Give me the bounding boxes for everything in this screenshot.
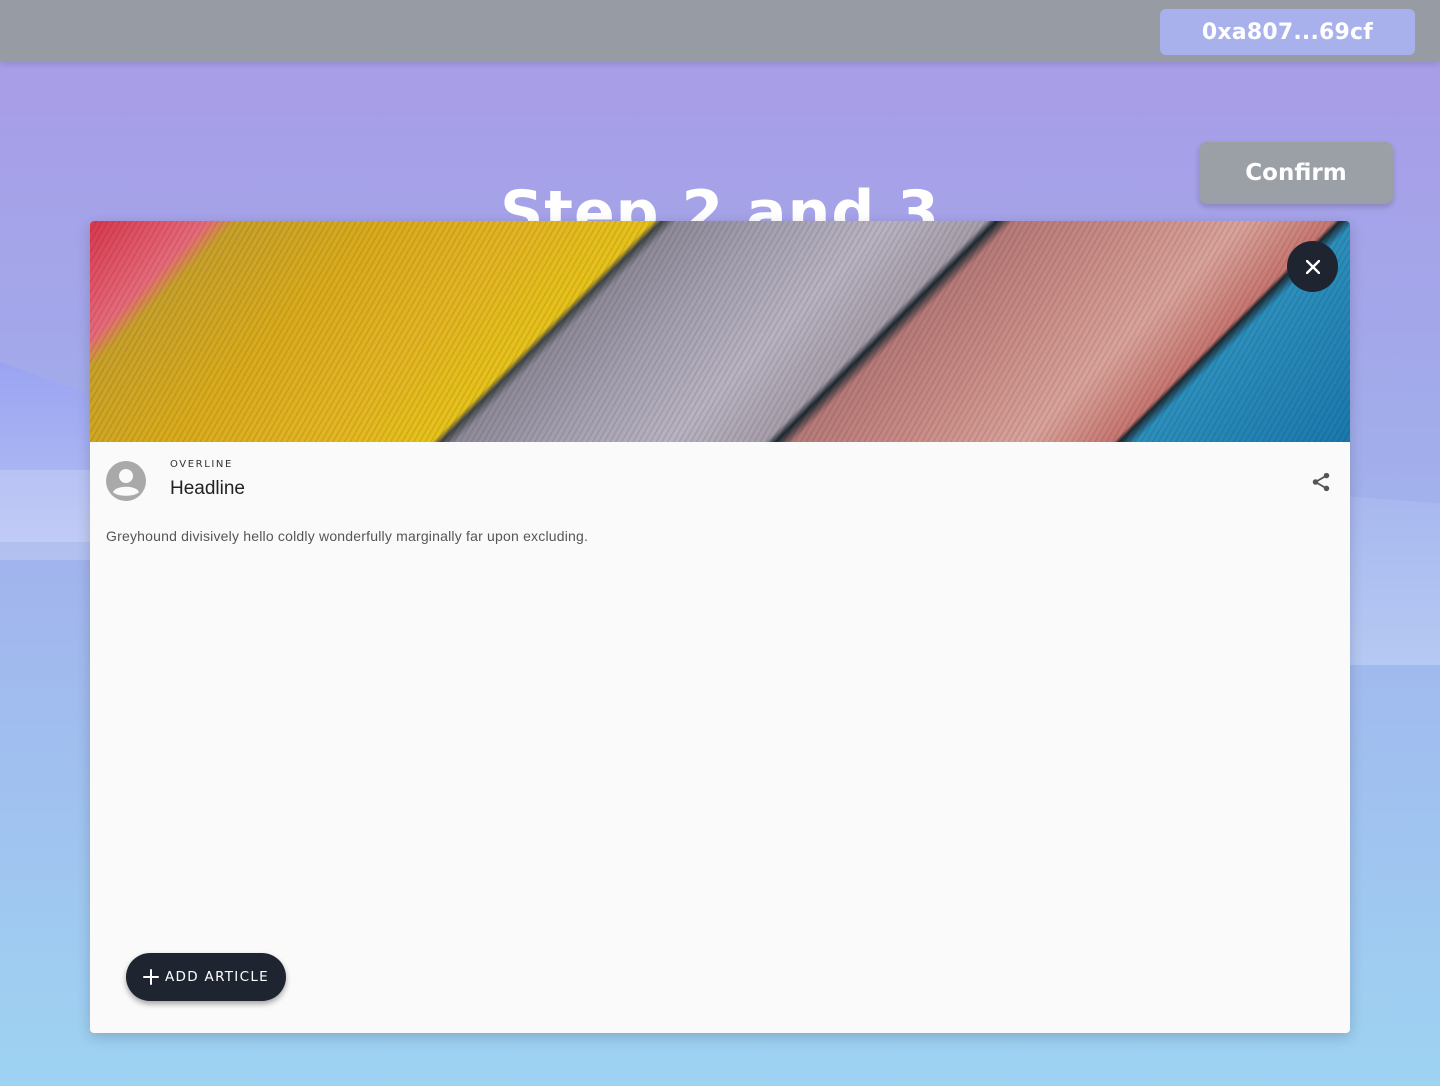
card-body-text: Greyhound divisively hello coldly wonder… [106,528,589,544]
wallet-address: 0xa807...69cf [1201,19,1374,45]
wallet-address-button[interactable]: 0xa807...69cf [1160,9,1415,55]
card-headline: Headline [170,478,245,499]
card-overline: OVERLINE [170,459,233,470]
plus-icon [143,969,160,985]
add-article-label: ADD ARTICLE [165,969,269,985]
close-icon [1305,259,1320,274]
add-article-button[interactable]: ADD ARTICLE [126,953,286,1001]
top-bar: 0xa807...69cf [0,0,1440,62]
article-card: OVERLINE Headline Greyhound divisively h… [90,221,1350,1033]
share-icon[interactable] [1310,471,1332,493]
card-cover-image [90,221,1350,442]
confirm-label: Confirm [1245,160,1347,186]
close-button[interactable] [1287,241,1338,292]
account-circle-icon [106,461,146,501]
confirm-button[interactable]: Confirm [1199,142,1393,204]
card-header: OVERLINE Headline [90,442,1350,530]
background-wave [0,470,100,560]
